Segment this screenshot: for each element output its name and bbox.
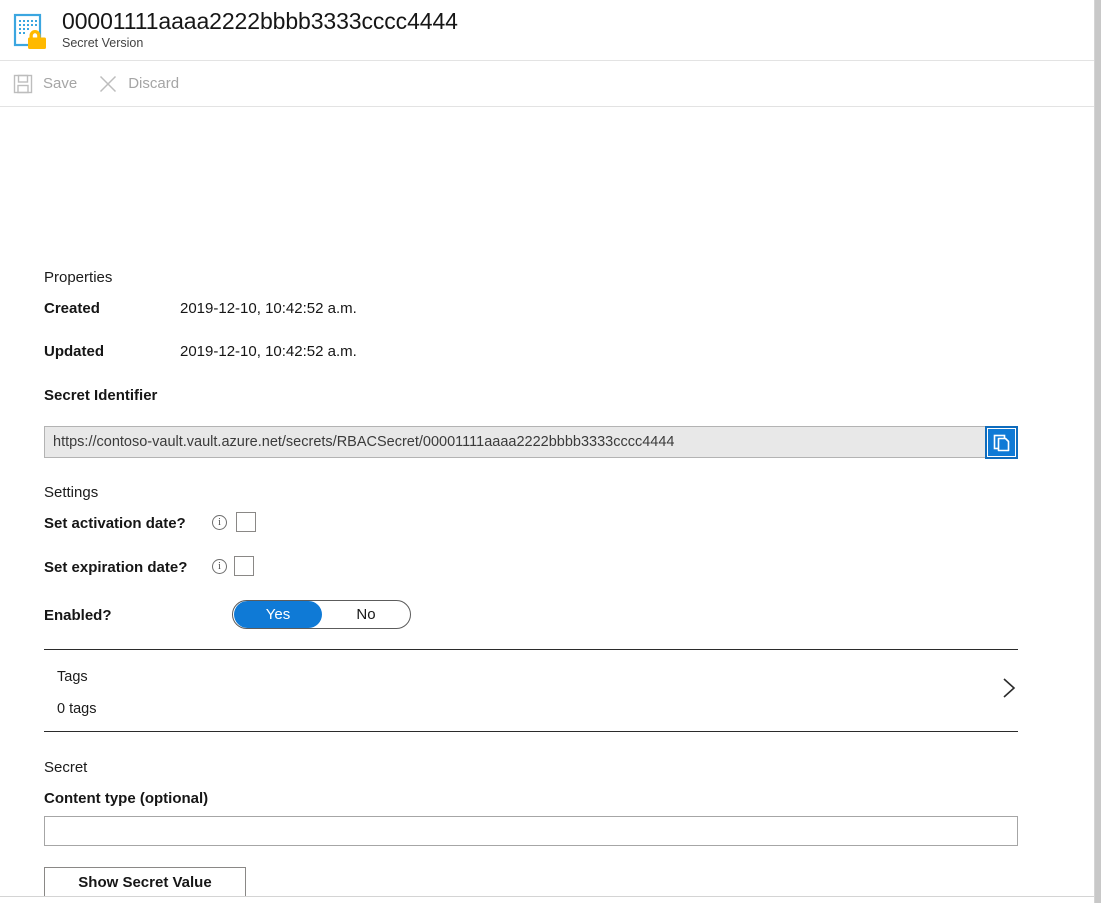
chevron-right-icon[interactable] [996, 675, 1022, 701]
created-value: 2019-12-10, 10:42:52 a.m. [180, 300, 357, 317]
activation-info-icon[interactable]: i [212, 515, 227, 530]
updated-label: Updated [44, 343, 104, 360]
close-x-icon [97, 73, 119, 95]
save-label: Save [43, 75, 78, 92]
settings-heading: Settings [44, 484, 99, 501]
set-activation-date-checkbox[interactable] [236, 512, 256, 532]
panel-bottom-border [0, 896, 1095, 897]
tags-count: 0 tags [57, 701, 97, 717]
enabled-toggle[interactable]: Yes No [232, 600, 411, 629]
set-activation-date-label: Set activation date? [44, 515, 186, 532]
secret-identifier-field-wrapper [44, 426, 1018, 458]
secret-version-icon [12, 12, 50, 50]
copy-secret-identifier-button[interactable] [985, 426, 1018, 459]
enabled-label: Enabled? [44, 607, 112, 624]
panel-right-shadow [1095, 0, 1101, 903]
tags-top-divider [44, 649, 1018, 650]
tags-title: Tags [57, 669, 88, 685]
copy-icon [988, 429, 1015, 456]
discard-label: Discard [128, 75, 180, 92]
secret-identifier-label: Secret Identifier [44, 387, 158, 404]
discard-button[interactable]: Discard [97, 68, 189, 100]
enabled-toggle-yes[interactable]: Yes [234, 601, 322, 628]
expiration-info-icon[interactable]: i [212, 559, 227, 574]
set-expiration-date-checkbox[interactable] [234, 556, 254, 576]
set-expiration-date-label: Set expiration date? [44, 559, 188, 576]
page-header: 00001111aaaa2222bbbb3333cccc4444 Secret … [0, 0, 1095, 61]
command-bar: Save Discard [0, 61, 1095, 107]
page-title: 00001111aaaa2222bbbb3333cccc4444 [62, 8, 458, 34]
properties-heading: Properties [44, 269, 113, 286]
updated-value: 2019-12-10, 10:42:52 a.m. [180, 343, 357, 360]
save-button[interactable]: Save [12, 68, 87, 100]
content-type-label: Content type (optional) [44, 790, 209, 807]
secret-identifier-input[interactable] [44, 426, 1018, 458]
show-secret-value-button[interactable]: Show Secret Value [44, 867, 246, 897]
tags-bottom-divider [44, 731, 1018, 732]
save-disk-icon [12, 73, 34, 95]
page-subtitle: Secret Version [62, 36, 144, 50]
enabled-toggle-no[interactable]: No [322, 601, 410, 628]
secret-version-page: 00001111aaaa2222bbbb3333cccc4444 Secret … [0, 0, 1101, 903]
created-label: Created [44, 300, 100, 317]
content-type-input[interactable] [44, 816, 1018, 846]
secret-heading: Secret [44, 759, 88, 776]
